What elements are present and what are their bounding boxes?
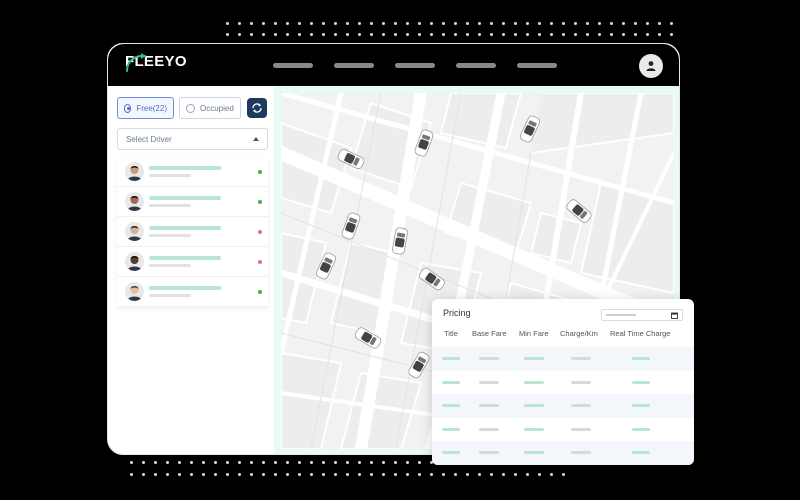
pricing-cell-placeholder [479,451,499,454]
pricing-cell-placeholder [632,380,650,384]
caret-up-icon [253,137,259,141]
driver-row[interactable] [117,277,268,307]
col-charge-km: Charge/Km [560,329,598,338]
pricing-cell-placeholder [442,380,460,384]
driver-info-placeholder [149,196,221,207]
driver-name-line [149,166,221,170]
pricing-cell-placeholder [479,380,499,384]
pricing-cell-placeholder [524,427,544,431]
col-base-fare: Base Fare [472,329,507,338]
driver-list [117,157,268,307]
pricing-cell-placeholder [524,357,544,360]
nav-item-2[interactable] [334,63,374,68]
col-title: Title [444,329,458,338]
status-dot-icon [258,260,262,264]
driver-row[interactable] [117,247,268,277]
nav-item-1[interactable] [273,63,313,68]
pricing-row[interactable] [432,441,694,465]
driver-info-placeholder [149,286,221,297]
driver-avatar [125,252,144,271]
driver-detail-line [149,234,191,237]
pricing-cell-placeholder [442,357,460,360]
date-picker[interactable] [601,309,683,321]
filter-free[interactable]: Free(22) [117,97,174,119]
pricing-cell-placeholder [479,357,499,360]
calendar-icon [671,312,678,319]
status-dot-icon [258,290,262,294]
refresh-button[interactable] [247,98,267,118]
radio-icon [186,103,195,113]
pricing-cell-placeholder [571,380,591,384]
pricing-cell-placeholder [442,451,460,454]
driver-name-line [149,196,221,200]
radio-icon [124,103,132,113]
pricing-cell-placeholder [632,451,650,454]
pricing-cell-placeholder [479,404,499,407]
col-min-fare: Min Fare [519,329,549,338]
date-placeholder-line [606,314,636,316]
pricing-cell-placeholder [479,427,499,431]
top-bar: FLEEYO [108,44,679,86]
pricing-cell-placeholder [524,404,544,407]
pricing-cell-placeholder [524,451,544,454]
nav-item-4[interactable] [456,63,496,68]
select-driver-placeholder: Select Driver [126,134,172,144]
pricing-cell-placeholder [632,427,650,431]
pricing-cell-placeholder [442,427,460,431]
pricing-cell-placeholder [571,357,591,360]
driver-detail-line [149,174,191,177]
driver-row[interactable] [117,157,268,187]
pricing-panel: Pricing Title Base Fare Min Fare Charge/… [432,299,694,465]
decorative-dots-top [226,22,673,36]
driver-name-line [149,256,221,260]
fleeyo-logo[interactable]: FLEEYO [125,53,187,72]
status-dot-icon [258,170,262,174]
pricing-cell-placeholder [571,451,591,454]
driver-row[interactable] [117,217,268,247]
pricing-cell-placeholder [571,404,591,407]
pricing-row[interactable] [432,418,694,442]
refresh-icon [252,103,262,113]
pricing-row[interactable] [432,394,694,418]
pricing-row[interactable] [432,371,694,395]
pricing-row[interactable] [432,347,694,371]
driver-info-placeholder [149,256,221,267]
pricing-cell-placeholder [524,380,544,384]
user-icon [646,61,656,71]
logo-swoosh-icon [126,53,146,72]
driver-row[interactable] [117,187,268,217]
driver-avatar [125,162,144,181]
filter-free-label: Free(22) [136,103,167,113]
driver-avatar [125,282,144,301]
top-nav [273,63,557,68]
nav-item-5[interactable] [517,63,557,68]
driver-detail-line [149,264,191,267]
nav-item-3[interactable] [395,63,435,68]
status-dot-icon [258,200,262,204]
driver-info-placeholder [149,226,221,237]
select-driver-dropdown[interactable]: Select Driver [117,128,268,150]
driver-avatar [125,222,144,241]
driver-sidebar: Free(22) Occupied Select Driver [108,86,274,454]
driver-name-line [149,286,221,290]
status-dot-icon [258,230,262,234]
driver-filters: Free(22) Occupied [117,97,267,119]
driver-avatar [125,192,144,211]
driver-info-placeholder [149,166,221,177]
filter-occupied-label: Occupied [200,103,234,113]
pricing-cell-placeholder [632,357,650,360]
driver-detail-line [149,294,191,297]
pricing-columns: Title Base Fare Min Fare Charge/Km Real … [432,329,694,341]
pricing-title: Pricing [443,308,471,318]
pricing-cell-placeholder [632,404,650,407]
pricing-cell-placeholder [571,427,591,431]
col-real-time-charge: Real Time Charge [610,329,671,338]
driver-detail-line [149,204,191,207]
pricing-rows [432,347,694,465]
filter-occupied[interactable]: Occupied [179,97,241,119]
pricing-cell-placeholder [442,404,460,407]
driver-name-line [149,226,221,230]
user-avatar-button[interactable] [639,54,663,78]
